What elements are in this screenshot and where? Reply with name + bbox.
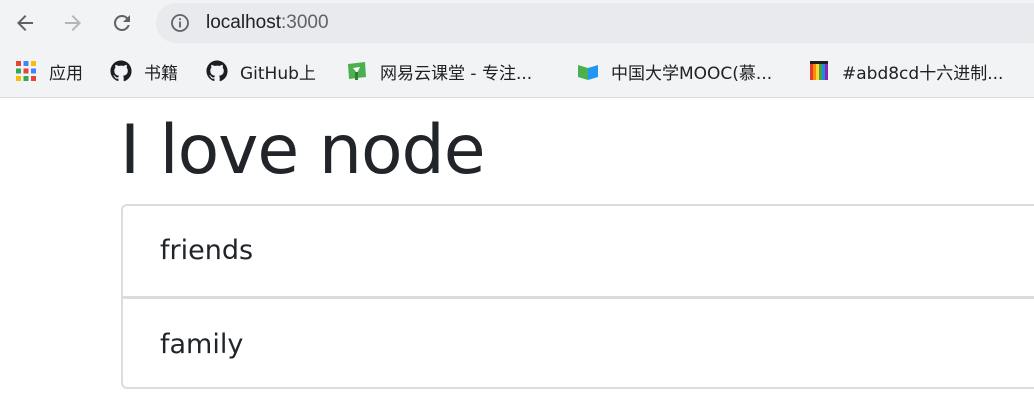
netease-study-icon [348,62,366,80]
back-arrow-icon [17,15,33,31]
reload-button[interactable] [107,8,137,38]
bookmark-apps[interactable]: 应用 [15,58,83,84]
github-icon [110,60,132,82]
address-port: :3000 [281,12,329,33]
github-icon [206,60,228,82]
bookmark-label: 书籍 [144,63,178,84]
bookmark-label: 应用 [49,63,83,84]
bookmark-github[interactable]: GitHub上 [206,58,316,84]
address-host: localhost [206,12,281,33]
browser-chrome: localhost:3000 应用 书籍 GitHub上 网易云课堂 - 专注.… [0,0,1034,98]
page-content: I love node friends family [0,98,1034,413]
list-item: family [123,296,1034,387]
bookmark-netease-study[interactable]: 网易云课堂 - 专注... [346,58,532,84]
bookmark-label: 网易云课堂 - 专注... [380,63,533,84]
rainbow-book-icon [810,61,828,80]
list-item: friends [160,235,254,266]
forward-arrow-icon [65,15,81,31]
bookmark-label: 中国大学MOOC(慕... [611,63,773,84]
page-title: I love node [120,111,486,190]
bookmarks-bar: 应用 书籍 GitHub上 网易云课堂 - 专注... 中国大学MOOC(慕..… [0,46,1034,98]
bookmark-label: GitHub上 [240,63,316,84]
address-url[interactable]: localhost:3000 [206,12,329,34]
address-bar[interactable]: localhost:3000 [156,3,1034,43]
bookmark-mooc[interactable]: 中国大学MOOC(慕... [577,58,772,84]
bookmark-color-hex[interactable]: #abd8cd十六进制... [808,58,1003,84]
forward-button[interactable] [58,8,88,38]
apps-grid-icon [16,61,36,81]
bookmark-label: #abd8cd十六进制... [842,63,1004,84]
item-list: friends family [121,204,1034,389]
browser-toolbar: localhost:3000 [0,0,1034,46]
reload-icon [113,14,130,31]
back-button[interactable] [10,8,40,38]
info-icon[interactable] [170,13,190,33]
bookmark-books[interactable]: 书籍 [110,58,178,84]
mooc-icon [578,65,598,80]
